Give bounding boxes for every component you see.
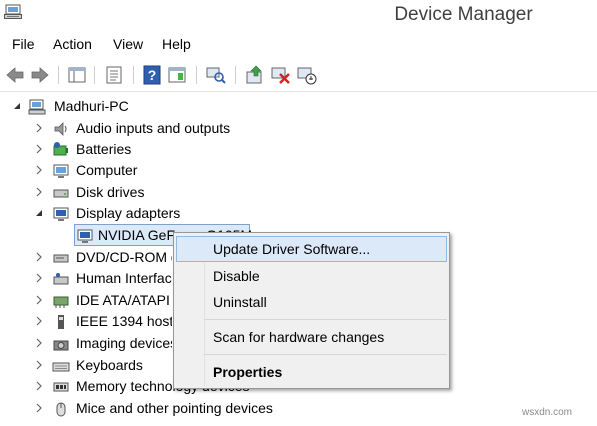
tree-root[interactable]: Madhuri-PC	[0, 96, 200, 117]
scan-hardware-icon[interactable]	[205, 64, 227, 86]
tree-item-mice[interactable]: Mice and other pointing devices	[0, 398, 300, 419]
show-hide-console-tree-icon[interactable]	[66, 64, 88, 86]
menu-item-label: Disable	[213, 268, 260, 284]
menu-item-label: Update Driver Software...	[213, 241, 371, 257]
menu-bar: File Action View Help	[0, 32, 597, 58]
battery-icon	[53, 142, 68, 156]
context-menu: Update Driver Software... Disable Uninst…	[173, 232, 450, 389]
expand-arrow-icon[interactable]	[34, 403, 44, 413]
monitor-icon	[53, 207, 69, 221]
menu-item-update-driver[interactable]: Update Driver Software...	[176, 236, 447, 262]
tree-root-label: Madhuri-PC	[54, 98, 129, 114]
toolbar: ?	[0, 60, 597, 92]
tree-item-disk-drives[interactable]: Disk drives	[0, 182, 200, 203]
keyboard-icon	[52, 362, 70, 372]
toolbar-separator	[133, 66, 134, 84]
menu-file[interactable]: File	[12, 36, 35, 52]
action-pane-icon[interactable]	[166, 64, 188, 86]
tree-item-ide[interactable]: IDE ATA/ATAPI controllers	[0, 290, 172, 311]
tree-item-hid[interactable]: Human Interface Devices	[0, 268, 172, 289]
menu-item-properties[interactable]: Properties	[176, 359, 447, 385]
speaker-icon	[54, 122, 67, 136]
ide-icon	[53, 296, 69, 308]
tree-item-label: Keyboards	[76, 357, 143, 373]
expand-arrow-icon[interactable]	[34, 381, 44, 391]
toolbar-separator	[196, 66, 197, 84]
title-bar: Device Manager	[0, 0, 597, 30]
menu-item-label: Properties	[213, 364, 283, 380]
update-driver-icon[interactable]	[244, 64, 266, 86]
expand-arrow-icon[interactable]	[34, 316, 44, 326]
monitor-icon	[77, 229, 93, 243]
computer-icon	[28, 99, 46, 115]
tree-item-batteries[interactable]: Batteries	[0, 139, 200, 160]
back-icon[interactable]	[4, 64, 26, 86]
dvd-icon	[53, 254, 69, 263]
tree-item-label: Human Interface Devices	[76, 270, 172, 286]
hid-icon	[53, 273, 69, 285]
tree-item-dvd[interactable]: DVD/CD-ROM drives	[0, 247, 172, 268]
expand-arrow-icon[interactable]	[34, 144, 44, 154]
memory-icon	[53, 382, 69, 392]
menu-item-uninstall[interactable]: Uninstall	[176, 289, 447, 315]
collapse-arrow-icon[interactable]	[34, 208, 44, 218]
mouse-icon	[56, 402, 66, 417]
expand-arrow-icon[interactable]	[34, 187, 44, 197]
camera-icon	[53, 340, 69, 351]
window-title: Device Manager	[394, 4, 533, 25]
tree-item-label: Display adapters	[76, 205, 181, 221]
tree-item-label: Imaging devices	[76, 335, 172, 351]
expand-arrow-icon[interactable]	[34, 252, 44, 262]
properties-icon[interactable]	[103, 64, 125, 86]
tree-item-imaging[interactable]: Imaging devices	[0, 333, 172, 354]
tree-item-computer[interactable]: Computer	[0, 160, 200, 181]
disable-device-icon[interactable]	[296, 64, 318, 86]
expand-arrow-icon[interactable]	[34, 123, 44, 133]
toolbar-separator	[94, 66, 95, 84]
tree-item-label: Mice and other pointing devices	[76, 400, 273, 416]
menu-view[interactable]: View	[113, 36, 143, 52]
uninstall-device-icon[interactable]	[270, 64, 292, 86]
menu-item-scan-hardware[interactable]: Scan for hardware changes	[176, 324, 447, 350]
computer-icon	[53, 164, 69, 178]
expand-arrow-icon[interactable]	[34, 338, 44, 348]
menu-item-disable[interactable]: Disable	[176, 263, 447, 289]
tree-item-label: Disk drives	[76, 184, 145, 200]
svg-text:?: ?	[148, 67, 157, 83]
help-icon[interactable]: ?	[141, 64, 163, 86]
tree-item-label: IDE ATA/ATAPI controllers	[76, 292, 172, 308]
watermark: wsxdn.com	[522, 407, 573, 418]
menu-item-label: Uninstall	[213, 294, 267, 310]
tree-item-audio[interactable]: Audio inputs and outputs	[0, 118, 280, 139]
expand-arrow-icon[interactable]	[34, 165, 44, 175]
expand-arrow-icon[interactable]	[34, 360, 44, 370]
menu-item-label: Scan for hardware changes	[213, 329, 385, 345]
tree-item-display-adapters[interactable]: Display adapters	[0, 203, 220, 224]
menu-action[interactable]: Action	[53, 36, 92, 52]
expand-arrow-icon[interactable]	[34, 273, 44, 283]
tree-item-label: Audio inputs and outputs	[76, 120, 231, 136]
forward-icon[interactable]	[29, 64, 51, 86]
menu-help[interactable]: Help	[162, 36, 191, 52]
tree-item-keyboards[interactable]: Keyboards	[0, 355, 172, 376]
toolbar-separator	[58, 66, 59, 84]
tree-item-label: Batteries	[76, 141, 132, 157]
tree-item-label: IEEE 1394 host controllers	[76, 313, 172, 329]
tree-item-ieee1394[interactable]: IEEE 1394 host controllers	[0, 311, 172, 332]
tree-item-label: Computer	[76, 162, 138, 178]
toolbar-separator	[235, 66, 236, 84]
collapse-arrow-icon[interactable]	[12, 101, 22, 111]
context-menu-separator	[204, 319, 447, 320]
expand-arrow-icon[interactable]	[34, 295, 44, 305]
firewire-icon	[58, 315, 64, 329]
tree-item-label: DVD/CD-ROM drives	[76, 249, 172, 265]
disk-drive-icon	[53, 189, 69, 198]
context-menu-separator	[204, 354, 447, 355]
